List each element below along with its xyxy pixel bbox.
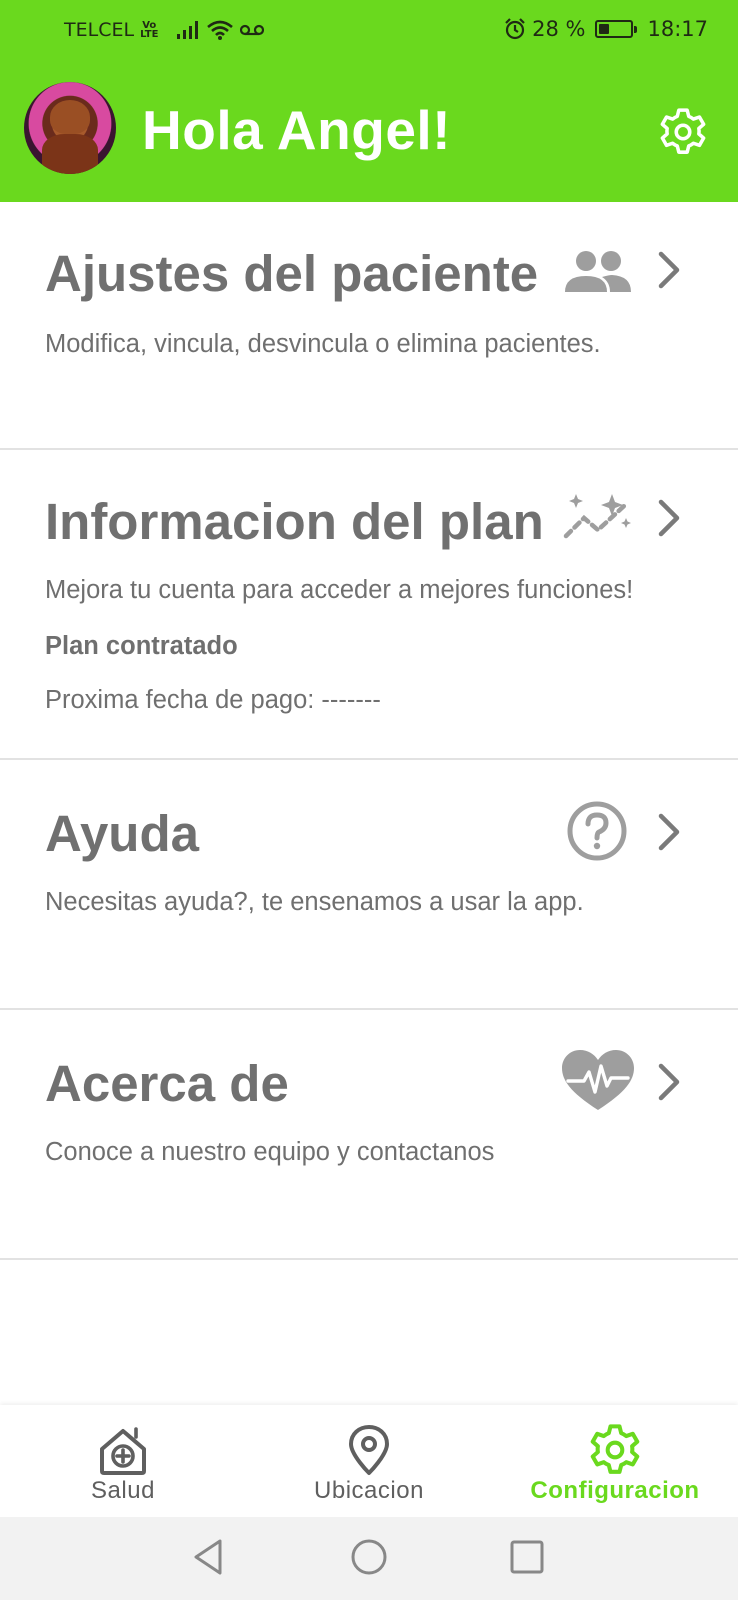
settings-gear-icon[interactable] [658,107,708,157]
heart-pulse-icon [562,1050,634,1110]
sparkle-chart-icon [563,494,631,539]
section-description: Necesitas ayuda?, te ensenamos a usar la… [45,888,584,916]
chevron-right-icon[interactable] [656,250,682,290]
chevron-right-icon[interactable] [656,812,682,852]
wifi-icon [207,20,234,40]
volte-badge: Vo LTE [140,21,159,40]
section-plan-info[interactable]: Informacion del plan Mejora tu cuenta pa… [0,450,738,760]
location-pin-icon [349,1425,389,1475]
people-icon [565,251,631,292]
carrier-name: TELCEL [64,19,135,41]
section-description: Conoce a nuestro equipo y contactanos [45,1138,495,1166]
battery-icon [595,20,638,38]
help-circle-icon [567,801,627,861]
section-title: Ajustes del paciente [45,245,539,302]
status-right: 28 % 18:17 [504,17,708,41]
health-home-icon [100,1427,146,1475]
volte-bottom: LTE [140,29,159,40]
voicemail-icon [240,24,265,36]
back-icon[interactable] [190,1537,230,1577]
section-help[interactable]: Ayuda Necesitas ayuda?, te ensenamos a u… [0,760,738,1010]
nav-label: Ubicacion [314,1477,424,1504]
nav-item-configuracion[interactable]: Configuracion [492,1405,738,1517]
greeting-title: Hola Angel! [142,99,452,161]
gear-icon [590,1424,640,1474]
app-header: TELCEL Vo LTE 28 % 18:17 Hola Angel! [0,0,738,202]
clock: 18:17 [647,17,708,41]
bottom-navigation: Salud Ubicacion Configuracion [0,1405,738,1517]
status-bar: TELCEL Vo LTE 28 % 18:17 [0,0,738,58]
nav-label: Configuracion [530,1477,700,1504]
plan-contracted-label: Plan contratado [45,632,238,660]
section-description: Mejora tu cuenta para acceder a mejores … [45,576,634,604]
home-icon[interactable] [349,1537,389,1577]
nav-item-ubicacion[interactable]: Ubicacion [246,1405,492,1517]
section-about[interactable]: Acerca de Conoce a nuestro equipo y cont… [0,1010,738,1260]
signal-icon [177,21,199,39]
section-patient-settings[interactable]: Ajustes del paciente Modifica, vincula, … [0,202,738,450]
section-title: Informacion del plan [45,493,544,550]
avatar[interactable] [24,82,116,174]
battery-percent: 28 % [532,17,586,41]
system-navigation-bar [0,1517,738,1600]
next-payment-date: Proxima fecha de pago: ------- [45,686,381,714]
section-title: Ayuda [45,805,199,862]
nav-item-salud[interactable]: Salud [0,1405,246,1517]
chevron-right-icon[interactable] [656,498,682,538]
section-description: Modifica, vincula, desvincula o elimina … [45,330,601,358]
chevron-right-icon[interactable] [656,1062,682,1102]
section-title: Acerca de [45,1055,289,1112]
recents-icon[interactable] [507,1537,547,1577]
status-left: TELCEL Vo LTE [64,19,265,41]
alarm-icon [505,18,525,40]
battery-fill [599,24,609,34]
nav-label: Salud [91,1477,155,1504]
